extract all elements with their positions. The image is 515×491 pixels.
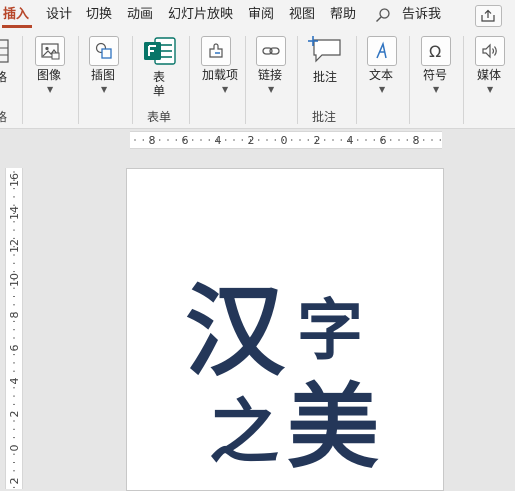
ribbon-separator xyxy=(132,36,133,124)
ribbon-separator xyxy=(297,36,298,124)
ruler-label: 2 xyxy=(314,134,321,147)
symbols-button[interactable]: Ω 符号 ▼ xyxy=(416,34,458,98)
ruler-label: 0 xyxy=(8,445,21,452)
forms-group-label: 表单 xyxy=(147,110,172,124)
ruler-label: 0 xyxy=(281,134,288,147)
tab-view[interactable]: 视图 xyxy=(289,6,315,24)
ribbon-separator xyxy=(78,36,79,124)
ruler-label: 4 xyxy=(8,378,21,385)
tab-design[interactable]: 设计 xyxy=(46,6,72,24)
image-button[interactable]: 图像 ▼ xyxy=(30,34,72,98)
forms-label: 表单 xyxy=(153,70,166,98)
addins-icon xyxy=(201,36,231,66)
share-button[interactable] xyxy=(475,5,502,27)
image-label: 图像 xyxy=(37,68,62,82)
ribbon-separator xyxy=(189,36,190,124)
addins-label: 加载项 xyxy=(202,68,239,82)
ruler-label: 12 xyxy=(8,239,21,253)
ruler-label: 6 xyxy=(182,134,189,147)
ruler-label: 4 xyxy=(215,134,222,147)
ruler-label: 16 xyxy=(8,173,21,187)
chevron-down-icon: ▼ xyxy=(487,85,494,94)
links-label: 链接 xyxy=(258,68,283,82)
media-label: 媒体 xyxy=(477,68,502,82)
ribbon-separator xyxy=(409,36,410,124)
slide-title-char[interactable]: 美 xyxy=(287,381,379,473)
comment-button[interactable]: 批注 xyxy=(305,34,347,98)
share-icon xyxy=(481,9,495,22)
ruler-label: 2 xyxy=(8,411,21,418)
ruler-label: 14 xyxy=(8,206,21,220)
comment-label: 批注 xyxy=(313,70,338,84)
partial-group-label: 格 xyxy=(0,110,8,124)
search-icon[interactable] xyxy=(375,7,391,23)
ribbon-separator xyxy=(463,36,464,124)
ruler-label: 8 xyxy=(149,134,156,147)
slide-title-char[interactable]: 字 xyxy=(297,297,363,363)
chevron-down-icon: ▼ xyxy=(101,85,108,94)
ruler-label: 2 xyxy=(8,478,21,485)
omega-icon: Ω xyxy=(421,36,451,66)
media-button[interactable]: 媒体 ▼ xyxy=(470,34,512,98)
partial-button-label: 格 xyxy=(0,70,8,84)
comment-icon xyxy=(308,36,341,63)
ruler-label: 10 xyxy=(8,273,21,287)
svg-text:Ω: Ω xyxy=(429,42,441,61)
tab-insert[interactable]: 插入 xyxy=(3,6,29,24)
tab-animations[interactable]: 动画 xyxy=(127,6,153,24)
partial-ribbon-button[interactable]: 格 xyxy=(0,38,16,93)
tab-slideshow[interactable]: 幻灯片放映 xyxy=(168,6,233,24)
symbols-label: 符号 xyxy=(423,68,448,82)
tab-review[interactable]: 审阅 xyxy=(248,6,274,24)
ruler-label: 6 xyxy=(8,345,21,352)
forms-icon xyxy=(144,37,176,65)
vertical-ruler[interactable]: 16 14 12 10 8 6 4 2 0 2 xyxy=(5,168,23,489)
ruler-label: 8 xyxy=(413,134,420,147)
ruler-label: 6 xyxy=(380,134,387,147)
ribbon-separator xyxy=(356,36,357,124)
image-icon xyxy=(35,36,65,66)
ruler-label: 2 xyxy=(248,134,255,147)
active-tab-indicator xyxy=(2,25,32,28)
slide-title-char[interactable]: 汉 xyxy=(185,281,285,381)
table-icon xyxy=(0,39,9,63)
chevron-down-icon: ▼ xyxy=(222,85,229,94)
addins-button[interactable]: 加载项 ▼ xyxy=(196,34,240,98)
speaker-icon xyxy=(475,36,505,66)
chevron-down-icon: ▼ xyxy=(268,85,275,94)
links-button[interactable]: 链接 ▼ xyxy=(251,34,293,98)
chevron-down-icon: ▼ xyxy=(379,85,386,94)
text-icon xyxy=(367,36,397,66)
ruler-label: 4 xyxy=(347,134,354,147)
ribbon-separator xyxy=(245,36,246,124)
forms-button[interactable]: 表单 xyxy=(139,34,181,104)
ribbon-tab-bar: 插入 设计 切换 动画 幻灯片放映 审阅 视图 帮助 告诉我 xyxy=(0,0,515,30)
ribbon-separator xyxy=(22,36,23,124)
illustrations-label: 插图 xyxy=(91,68,116,82)
chevron-down-icon: ▼ xyxy=(47,85,54,94)
illustrations-button[interactable]: 插图 ▼ xyxy=(84,34,126,98)
link-icon xyxy=(256,36,286,66)
tab-help[interactable]: 帮助 xyxy=(330,6,356,24)
text-button[interactable]: 文本 ▼ xyxy=(362,34,404,98)
tab-transitions[interactable]: 切换 xyxy=(86,6,112,24)
slide-canvas[interactable]: 汉 字 之 美 xyxy=(126,168,444,491)
shapes-icon xyxy=(89,36,119,66)
ruler-label: 8 xyxy=(8,312,21,319)
text-label: 文本 xyxy=(369,68,394,82)
tell-me-search[interactable]: 告诉我 xyxy=(402,6,441,24)
horizontal-ruler[interactable]: 8 6 4 2 0 2 4 6 8 xyxy=(130,131,442,149)
slide-title-char[interactable]: 之 xyxy=(209,397,279,467)
comments-group-label: 批注 xyxy=(312,110,337,124)
chevron-down-icon: ▼ xyxy=(433,85,440,94)
